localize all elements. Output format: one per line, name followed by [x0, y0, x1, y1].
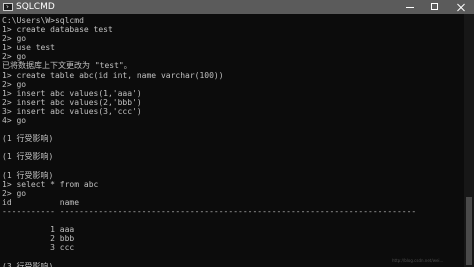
console-line: 1> select * from abc	[2, 179, 99, 189]
console-output[interactable]: C:\Users\W>sqlcmd 1> create database test…	[0, 14, 464, 267]
console-line: (1 行受影响)	[2, 134, 54, 144]
console-line: 已将数据库上下文更改为 "test"。	[2, 61, 132, 71]
console-line: C:\Users\W>sqlcmd	[2, 16, 84, 25]
console-line: 2> go	[2, 188, 27, 198]
vertical-scrollbar[interactable]	[464, 14, 474, 267]
console-line: 2> go	[2, 34, 27, 44]
console-line: id name	[2, 197, 80, 207]
console-line: 1> create table abc(id int, name varchar…	[2, 70, 224, 80]
console-line: 2> go	[2, 79, 27, 89]
sqlcmd-window: SQLCMD C:\Users\W>sqlcmd 1> create databa…	[0, 0, 474, 267]
close-button[interactable]	[448, 0, 474, 14]
watermark-text: http://blog.csdn.net/wei...	[392, 258, 444, 263]
title-bar[interactable]: SQLCMD	[0, 0, 474, 14]
scrollbar-thumb[interactable]	[466, 197, 472, 265]
maximize-button[interactable]	[423, 0, 447, 14]
console-line: ----------- ----------------------------…	[2, 206, 417, 216]
minimize-button[interactable]	[398, 0, 422, 14]
console-line: 2 bbb	[2, 234, 75, 244]
console-line: 1 aaa	[2, 225, 75, 235]
console-line: 1> create database test	[2, 25, 113, 35]
console-line: 4> go	[2, 116, 27, 126]
console-line: (1 行受影响)	[2, 152, 54, 162]
console-app-icon	[3, 3, 13, 11]
console-line: (1 行受影响)	[2, 170, 54, 180]
console-line: 1> use test	[2, 43, 55, 53]
console-line: 2> insert abc values(2,'bbb')	[2, 97, 142, 107]
window-title: SQLCMD	[16, 2, 55, 12]
console-line: 3> insert abc values(3,'ccc')	[2, 106, 142, 116]
console-line: 3 ccc	[2, 243, 75, 253]
console-line: 1> insert abc values(1,'aaa')	[2, 88, 142, 98]
